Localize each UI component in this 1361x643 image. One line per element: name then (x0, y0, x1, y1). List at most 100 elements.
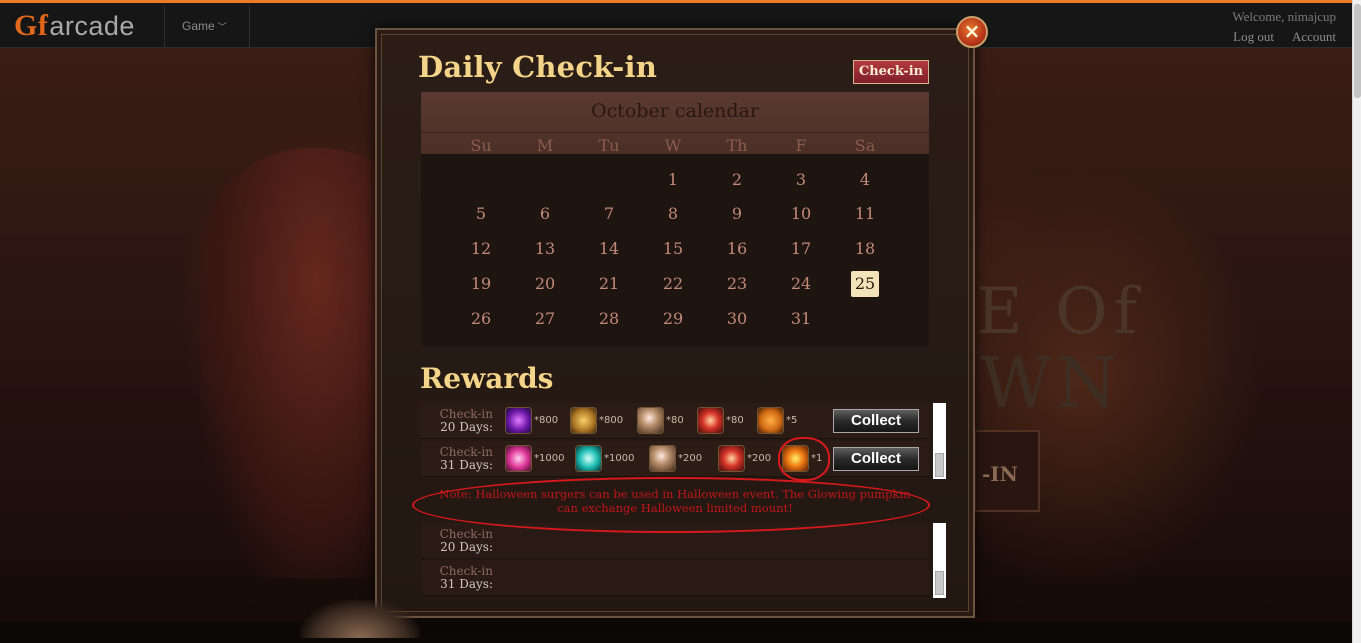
reward-label: Check-in 31 Days: (421, 446, 493, 472)
reward-qty: *800 (599, 415, 624, 426)
reward-item: *200 (718, 445, 771, 472)
reward-item: *1000 (575, 445, 634, 472)
red-gem-icon (718, 445, 745, 472)
rewards-scrollbar[interactable] (933, 403, 946, 479)
day-cell: 31 (790, 309, 812, 328)
day-cell: 2 (731, 170, 743, 189)
page-scrollbar-thumb[interactable] (1354, 4, 1361, 98)
welcome-text: Welcome, nimajcup (1232, 9, 1336, 24)
reward-list: Check-in 20 Days: *800 *800 *80 *80 *5 C… (421, 403, 929, 479)
reward-qty: *1000 (534, 453, 565, 464)
day-cell: 23 (726, 274, 748, 293)
gfarcade-logo[interactable]: Gf arcade (14, 9, 135, 42)
pearl-orb-icon (637, 407, 664, 434)
modal-title: Daily Check-in (418, 50, 658, 84)
rewards-title: Rewards (420, 362, 554, 395)
reward-item: *800 (505, 407, 558, 434)
day-cell: 10 (790, 204, 812, 223)
reward-qty: *800 (534, 415, 559, 426)
week-row: 1 2 3 4 (421, 170, 929, 190)
day-cell: 21 (598, 274, 620, 293)
reward-qty: *80 (726, 415, 744, 426)
reward-row: Check-in 31 Days: *1000 *1000 *200 *200 … (421, 441, 929, 477)
pearl-orb-icon (649, 445, 676, 472)
week-row: 5 6 7 8 9 10 11 (421, 204, 929, 224)
reward-qty: *200 (678, 453, 703, 464)
weekday-row: Su M Tu W Th F Sa (421, 136, 929, 156)
reward-label: Check-in 31 Days: (421, 565, 493, 591)
nav-divider (249, 6, 250, 48)
reward-label-bottom: 31 Days: (440, 458, 493, 472)
reward-item: *1000 (505, 445, 564, 472)
day-cell: 14 (598, 239, 620, 258)
reward-label-bottom: 20 Days: (440, 540, 493, 554)
reward-list-secondary: Check-in 20 Days: Check-in 31 Days: (421, 523, 929, 598)
logout-link[interactable]: Log out (1233, 29, 1274, 45)
nav-divider (164, 6, 165, 48)
reward-row: Check-in 20 Days: *800 *800 *80 *80 *5 C… (421, 403, 929, 439)
weekday-label: W (664, 136, 682, 155)
account-link[interactable]: Account (1292, 29, 1336, 45)
rewards-scrollbar-thumb[interactable] (935, 453, 944, 477)
reward-item: *80 (637, 407, 684, 434)
reward-label-bottom: 20 Days: (440, 420, 493, 434)
week-row: 12 13 14 15 16 17 18 (421, 239, 929, 259)
day-cell: 11 (854, 204, 876, 223)
checkin-button[interactable]: Check-in (853, 60, 929, 84)
day-cell: 12 (470, 239, 492, 258)
day-cell: 6 (539, 204, 551, 223)
game-logo-text-2: WN (980, 342, 1122, 424)
day-cell: 15 (662, 239, 684, 258)
reward-qty: *80 (666, 415, 684, 426)
reward-label-bottom: 31 Days: (440, 577, 493, 591)
day-cell: 19 (470, 274, 492, 293)
weekday-label: F (795, 136, 807, 155)
reward-row: Check-in 31 Days: (421, 560, 929, 596)
pink-star-icon (505, 445, 532, 472)
day-cell: 26 (470, 309, 492, 328)
day-cell: 17 (790, 239, 812, 258)
rewards-scrollbar-secondary[interactable] (933, 523, 946, 598)
chevron-down-icon: ﹀ (217, 21, 227, 32)
page-scrollbar[interactable] (1352, 0, 1361, 643)
weekday-label: Su (470, 136, 492, 155)
weekday-label: Sa (854, 136, 876, 155)
day-cell: 22 (662, 274, 684, 293)
modal-ornament (300, 600, 420, 638)
user-box: Welcome, nimajcup Log out Account (1232, 9, 1336, 45)
collect-button[interactable]: Collect (833, 447, 919, 471)
day-cell: 29 (662, 309, 684, 328)
close-icon[interactable]: × (956, 16, 988, 48)
week-row: 19 20 21 22 23 24 25 (421, 271, 929, 297)
brand-name: arcade (49, 10, 135, 41)
weekday-label: Tu (598, 136, 620, 155)
collect-button[interactable]: Collect (833, 409, 919, 433)
rewards-scrollbar-thumb[interactable] (935, 571, 944, 595)
reward-qty: *5 (786, 415, 798, 426)
divider (421, 132, 929, 133)
day-cell: 20 (534, 274, 556, 293)
bottom-strip (0, 622, 1352, 643)
calendar: October calendar Su M Tu W Th F Sa 1 2 3… (421, 92, 929, 346)
day-cell: 9 (731, 204, 743, 223)
reward-label: Check-in 20 Days: (421, 528, 493, 554)
cyan-gem-icon (575, 445, 602, 472)
day-cell: 16 (726, 239, 748, 258)
day-cell: 1 (667, 170, 679, 189)
reward-item: *5 (757, 407, 797, 434)
day-cell: 4 (859, 170, 871, 189)
day-cell: 3 (795, 170, 807, 189)
pumpkin-icon (757, 407, 784, 434)
calendar-month-title: October calendar (591, 100, 759, 122)
reward-item: *200 (649, 445, 702, 472)
weekday-label: M (536, 136, 554, 155)
purple-orb-icon (505, 407, 532, 434)
play-button[interactable]: -IN (974, 430, 1040, 512)
reward-qty: *200 (747, 453, 772, 464)
game-menu[interactable]: Game ﹀ (182, 19, 227, 33)
reward-qty: *1000 (604, 453, 635, 464)
today-cell[interactable]: 25 (833, 271, 897, 297)
day-cell: 30 (726, 309, 748, 328)
day-cell: 24 (790, 274, 812, 293)
game-menu-label: Game (182, 19, 215, 33)
